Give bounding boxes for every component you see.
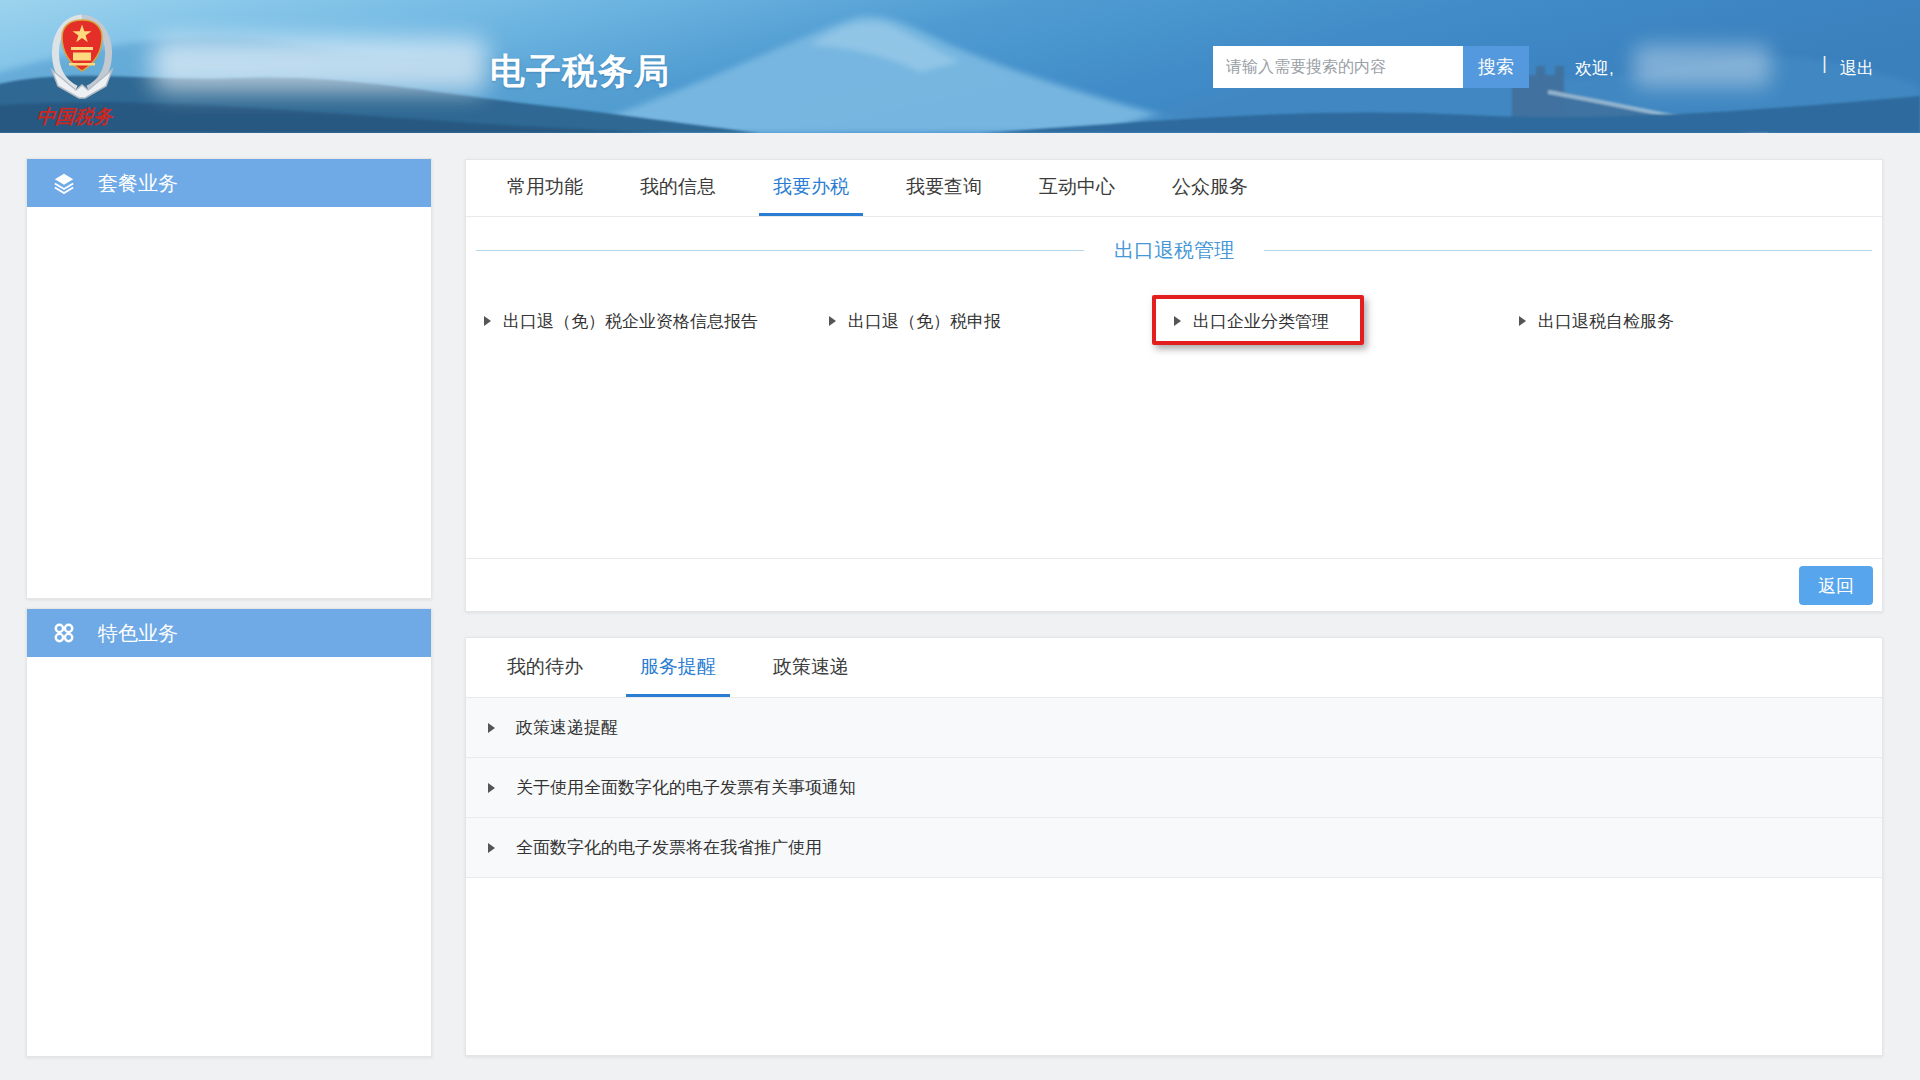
notice-link[interactable]: 全面数字化的电子发票将在我省推广使用 [516, 836, 822, 859]
export-rebate-links: 出口退（免）税企业资格信息报告 出口退（免）税申报 出口企业分类管理 出口退税自… [476, 291, 1872, 351]
title-line-right [1264, 250, 1872, 251]
logo-caption: 中国税务 [36, 106, 115, 127]
link-export-enterprise-classification[interactable]: 出口企业分类管理 [1193, 310, 1329, 333]
tab-service-reminder[interactable]: 服务提醒 [626, 638, 730, 697]
blurred-organization-name [152, 38, 487, 92]
notice-list: 政策速递提醒 关于使用全面数字化的电子发票有关事项通知 全面数字化的电子发票将在… [466, 698, 1882, 878]
tax-functions-panel: 常用功能 我的信息 我要办税 我要查询 互动中心 公众服务 出口退税管理 出口退… [465, 159, 1883, 612]
header-divider: | [1822, 52, 1827, 74]
caret-right-icon [488, 723, 495, 733]
tab-my-todo[interactable]: 我的待办 [493, 638, 597, 697]
tab-common-functions[interactable]: 常用功能 [493, 160, 597, 216]
tab-my-information[interactable]: 我的信息 [626, 160, 730, 216]
panel-footer: 返回 [466, 558, 1882, 611]
notice-tabs: 我的待办 服务提醒 政策速递 [466, 638, 1882, 698]
four-dots-icon [53, 622, 75, 644]
link-export-rebate-self-check[interactable]: 出口退税自检服务 [1538, 310, 1674, 333]
notice-link[interactable]: 政策速递提醒 [516, 716, 618, 739]
site-title: 电子税务局 [490, 48, 670, 95]
tab-i-want-to-query[interactable]: 我要查询 [892, 160, 996, 216]
sidebar-section-package-business: 套餐业务 [26, 158, 432, 599]
tab-i-want-to-do-tax[interactable]: 我要办税 [759, 160, 863, 216]
tab-policy-express[interactable]: 政策速递 [759, 638, 863, 697]
caret-right-icon [1174, 316, 1181, 326]
section-title: 出口退税管理 [1114, 237, 1234, 264]
layers-icon [53, 172, 75, 194]
tab-interaction-center[interactable]: 互动中心 [1025, 160, 1129, 216]
link-cell: 出口企业分类管理 [1174, 310, 1519, 333]
blurred-username [1634, 45, 1770, 87]
link-cell: 出口退（免）税申报 [829, 310, 1174, 333]
title-line-left [476, 250, 1084, 251]
notice-link[interactable]: 关于使用全面数字化的电子发票有关事项通知 [516, 776, 856, 799]
link-cell: 出口退（免）税企业资格信息报告 [484, 310, 829, 333]
caret-right-icon [829, 316, 836, 326]
sidebar-section-special-business: 特色业务 [26, 608, 432, 1057]
link-export-rebate-qualification-report[interactable]: 出口退（免）税企业资格信息报告 [503, 310, 758, 333]
welcome-label: 欢迎, [1575, 57, 1614, 80]
sidebar-header-package-business[interactable]: 套餐业务 [27, 159, 431, 207]
notices-panel: 我的待办 服务提醒 政策速递 政策速递提醒 关于使用全面数字化的电子发票有关事项… [465, 637, 1883, 1056]
section-title-row: 出口退税管理 [476, 237, 1872, 263]
caret-right-icon [1519, 316, 1526, 326]
sidebar-header-special-business[interactable]: 特色业务 [27, 609, 431, 657]
tab-public-services[interactable]: 公众服务 [1158, 160, 1262, 216]
notice-item: 政策速递提醒 [466, 698, 1882, 758]
sidebar-section-label: 特色业务 [98, 620, 178, 647]
search-input[interactable] [1213, 46, 1463, 88]
main-tabs: 常用功能 我的信息 我要办税 我要查询 互动中心 公众服务 [466, 160, 1882, 217]
tax-bureau-emblem-logo: 中国税务 [36, 4, 128, 130]
logout-button[interactable]: 退出 [1840, 57, 1874, 80]
sidebar-section-label: 套餐业务 [98, 170, 178, 197]
link-export-rebate-declaration[interactable]: 出口退（免）税申报 [848, 310, 1001, 333]
header: 中国税务 电子税务局 搜索 欢迎, | 退出 [0, 0, 1920, 133]
notice-item: 关于使用全面数字化的电子发票有关事项通知 [466, 758, 1882, 818]
link-cell: 出口退税自检服务 [1519, 310, 1864, 333]
search-button[interactable]: 搜索 [1463, 46, 1529, 88]
caret-right-icon [488, 843, 495, 853]
caret-right-icon [484, 316, 491, 326]
notice-item: 全面数字化的电子发票将在我省推广使用 [466, 818, 1882, 878]
back-button[interactable]: 返回 [1799, 566, 1873, 605]
caret-right-icon [488, 783, 495, 793]
